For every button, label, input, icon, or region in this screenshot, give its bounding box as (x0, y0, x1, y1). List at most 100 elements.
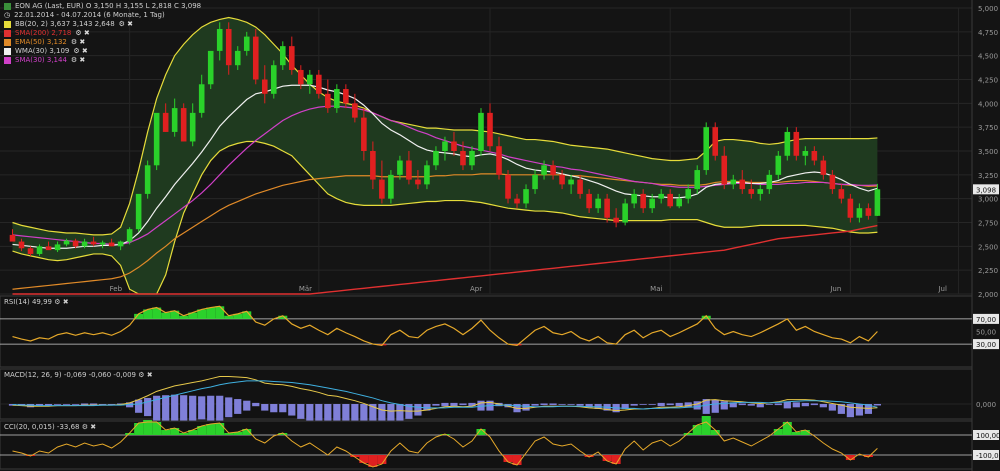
macd-histogram-bar (630, 404, 638, 406)
legend-wma30[interactable]: WMA(30) 3,109 ⚙ ✖ (4, 47, 201, 56)
price-tick-label: 4,000 (978, 100, 998, 108)
candle-body (334, 89, 340, 109)
macd-histogram-bar (198, 396, 206, 420)
macd-histogram-bar (711, 399, 719, 413)
price-tick-label: 2,250 (978, 267, 998, 275)
candle-body (36, 246, 43, 254)
candle-body (54, 244, 61, 251)
candle-body (865, 208, 872, 216)
indicator-controls-icon[interactable]: ⚙ ✖ (82, 423, 96, 431)
macd-histogram-bar (288, 404, 296, 416)
macd-histogram-bar (846, 404, 854, 418)
candle-body (604, 198, 610, 218)
candle-body (442, 141, 448, 151)
candle-body (757, 189, 764, 194)
candle-body (748, 189, 755, 194)
macd-level-label: 0,000 (976, 401, 996, 409)
candle-body (559, 174, 565, 185)
candle-body (730, 179, 737, 185)
indicator-controls-icon[interactable]: ⚙ ✖ (75, 29, 89, 38)
candle-body (117, 241, 124, 247)
candle-body (352, 103, 358, 118)
candle-body (469, 151, 475, 166)
legend-bb[interactable]: BB(20, 2) 3,637 3,143 2,648 ⚙ ✖ (4, 20, 201, 29)
legend-sma200[interactable]: SMA(200) 2,718 ⚙ ✖ (4, 29, 201, 38)
indicator-controls-icon[interactable]: ⚙ ✖ (71, 56, 85, 65)
legend-ema50[interactable]: EMA(50) 3,132 ⚙ ✖ (4, 38, 201, 47)
macd-histogram-bar (648, 404, 656, 405)
candle-body (153, 112, 160, 166)
month-label: Feb (110, 285, 123, 293)
indicator-controls-icon[interactable]: ⚙ ✖ (71, 38, 85, 47)
candle-body (216, 28, 223, 51)
rsi-label[interactable]: RSI(14) 49,99 ⚙ ✖ (4, 298, 69, 306)
candle-body (307, 74, 313, 85)
candle-body (595, 198, 601, 209)
macd-histogram-bar (261, 404, 269, 411)
price-tick-label: 3,000 (978, 196, 998, 204)
candle-body (270, 65, 277, 94)
candle-body (144, 165, 151, 194)
macd-histogram-bar (540, 403, 548, 406)
candle-body (622, 203, 628, 223)
macd-histogram-bar (855, 404, 863, 416)
macd-histogram-bar (567, 404, 575, 405)
candle-body (532, 174, 538, 190)
candle-body (99, 242, 106, 245)
macd-histogram-bar (873, 404, 882, 406)
macd-histogram-bar (53, 404, 62, 405)
candle-body (415, 179, 421, 185)
month-label: Apr (470, 285, 482, 293)
candle-body (451, 141, 457, 151)
candle-body (847, 198, 854, 218)
indicator-controls-icon[interactable]: ⚙ ✖ (54, 298, 68, 306)
cci-level-label: 100,00 (976, 432, 1000, 440)
candle-body (126, 229, 133, 242)
legend-bb-label: BB(20, 2) 3,637 3,143 2,648 (15, 20, 115, 28)
rsi-level-label: 50,00 (976, 329, 996, 337)
candle-body (631, 193, 637, 204)
price-tick-label: 2,000 (978, 291, 998, 299)
cci-label[interactable]: CCI(20, 0,015) -33,68 ⚙ ✖ (4, 423, 96, 431)
cci-overbought-fill (161, 430, 171, 435)
candle-body (90, 241, 97, 245)
indicator-controls-icon[interactable]: ⚙ ✖ (73, 47, 87, 56)
rsi-overbought-fill (161, 312, 171, 319)
macd-label[interactable]: MACD(12, 26, 9) -0,069 -0,060 -0,009 ⚙ ✖ (4, 371, 153, 379)
legend-sma30[interactable]: SMA(30) 3,144 ⚙ ✖ (4, 56, 201, 65)
price-tick-label: 2,500 (978, 243, 998, 251)
macd-histogram-bar (783, 401, 791, 409)
macd-histogram-bar (576, 404, 584, 406)
legend-wma30-label: WMA(30) 3,109 (15, 47, 70, 55)
macd-histogram-bar (819, 404, 827, 408)
macd-histogram-bar (675, 402, 683, 407)
month-label: Jun (829, 285, 841, 293)
indicator-controls-icon[interactable]: ⚙ ✖ (119, 20, 133, 29)
macd-histogram-bar (558, 404, 566, 405)
macd-histogram-bar (180, 395, 188, 422)
macd-histogram-bar (522, 404, 530, 411)
candle-body (252, 36, 259, 80)
candle-body (279, 46, 286, 66)
candle-body (685, 189, 691, 199)
candle-body (397, 160, 403, 175)
candle-body (45, 246, 52, 251)
macd-histogram-bar (297, 404, 305, 419)
candle-body (180, 108, 187, 142)
macd-histogram-bar (243, 400, 251, 411)
candle-body (207, 50, 214, 85)
macd-histogram-bar (801, 402, 809, 407)
candle-body (424, 165, 430, 185)
macd-histogram-bar (306, 404, 314, 421)
macd-histogram-bar (207, 395, 215, 421)
candle-body (234, 50, 241, 66)
candle-body (298, 69, 304, 85)
cci-overbought-fill (701, 416, 711, 435)
candle-body (361, 117, 367, 151)
macd-histogram-bar (71, 404, 80, 405)
macd-label-text: MACD(12, 26, 9) -0,069 -0,060 -0,009 (4, 371, 136, 379)
indicator-controls-icon[interactable]: ⚙ ✖ (138, 371, 152, 379)
macd-histogram-bar (765, 404, 773, 405)
macd-histogram-bar (171, 394, 179, 423)
candle-body (721, 155, 728, 185)
